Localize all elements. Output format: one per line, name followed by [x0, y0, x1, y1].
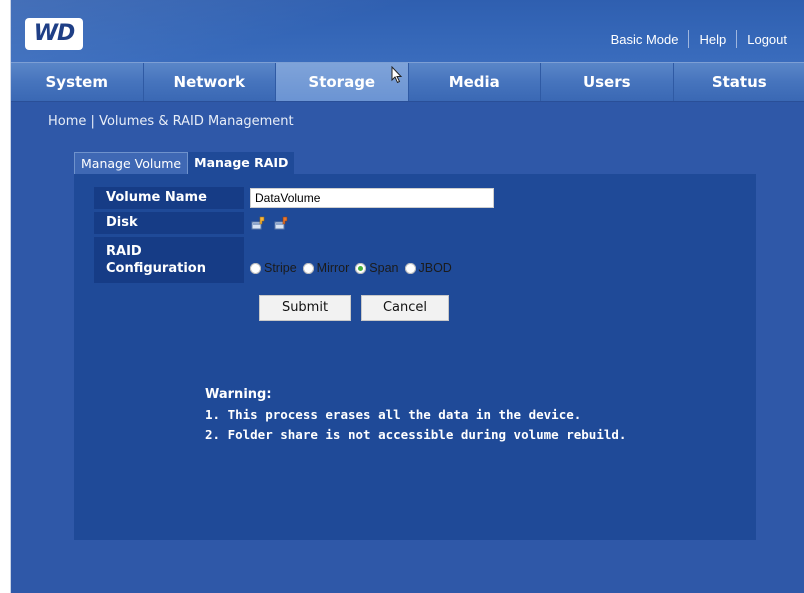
top-links: Basic Mode Help Logout	[601, 30, 797, 48]
raid-configuration-label: RAID Configuration	[94, 237, 244, 283]
tab-status[interactable]: Status	[674, 63, 804, 101]
basic-mode-link[interactable]: Basic Mode	[601, 32, 689, 47]
logout-link[interactable]: Logout	[737, 32, 797, 47]
raid-panel: Volume Name DataVolume Disk RAID Configu…	[74, 174, 756, 540]
submit-button[interactable]: Submit	[259, 295, 351, 321]
cancel-button[interactable]: Cancel	[361, 295, 449, 321]
mouse-cursor-icon	[391, 66, 403, 84]
volume-name-label: Volume Name	[94, 187, 244, 209]
header-bar: WD Basic Mode Help Logout	[11, 0, 804, 62]
app-page: WD Basic Mode Help Logout System Network…	[10, 0, 804, 593]
warning-line-1: 1. This process erases all the data in t…	[205, 407, 582, 422]
tab-storage[interactable]: Storage	[276, 63, 409, 101]
subtabs: Manage Volume Manage RAID	[74, 152, 295, 174]
tab-network[interactable]: Network	[144, 63, 276, 101]
main-nav: System Network Storage Media Users Statu…	[11, 62, 804, 102]
radio-label: Stripe	[264, 261, 297, 275]
radio-jbod[interactable]: JBOD	[404, 261, 452, 275]
tab-system[interactable]: System	[11, 63, 144, 101]
radio-dot	[404, 262, 416, 274]
radio-label: JBOD	[418, 261, 452, 275]
raid-options: Stripe Mirror Span JBOD	[250, 261, 458, 275]
tab-users[interactable]: Users	[541, 63, 674, 101]
tab-media[interactable]: Media	[409, 63, 541, 101]
tab-manage-raid[interactable]: Manage RAID	[188, 152, 295, 174]
radio-dot	[302, 262, 314, 274]
volume-name-input[interactable]: DataVolume	[250, 188, 494, 208]
warning-block: Warning: 1. This process erases all the …	[205, 385, 626, 445]
radio-span[interactable]: Span	[355, 261, 399, 275]
radio-dot	[250, 262, 261, 274]
radio-label: Mirror	[316, 261, 350, 275]
help-link[interactable]: Help	[689, 32, 736, 47]
warning-title: Warning:	[205, 387, 272, 402]
breadcrumb: Home | Volumes & RAID Management	[48, 114, 294, 129]
disk-icons	[251, 216, 289, 231]
radio-label: Span	[369, 261, 399, 275]
disk-1-icon[interactable]	[251, 216, 266, 231]
radio-dot-checked	[355, 262, 367, 274]
tab-manage-volume[interactable]: Manage Volume	[74, 152, 189, 174]
breadcrumb-separator: |	[90, 114, 95, 129]
raid-label-line1: RAID	[106, 244, 142, 259]
warning-line-2: 2. Folder share is not accessible during…	[205, 427, 627, 442]
disk-2-icon[interactable]	[274, 216, 289, 231]
radio-stripe[interactable]: Stripe	[250, 261, 297, 275]
breadcrumb-home[interactable]: Home	[48, 114, 86, 129]
raid-label-line2: Configuration	[106, 261, 206, 276]
radio-mirror[interactable]: Mirror	[302, 261, 350, 275]
breadcrumb-current: Volumes & RAID Management	[99, 114, 294, 129]
wd-logo: WD	[25, 18, 83, 50]
disk-label: Disk	[94, 212, 244, 234]
